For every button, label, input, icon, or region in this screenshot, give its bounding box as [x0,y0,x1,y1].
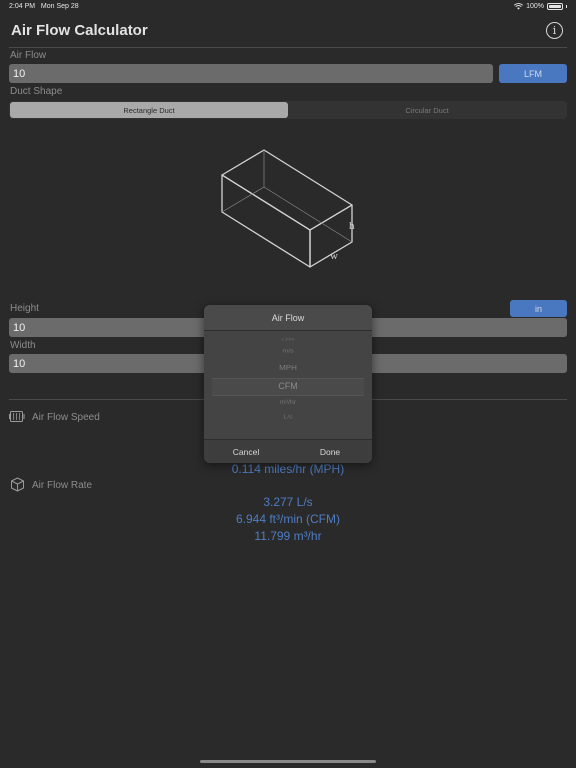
fan-icon [9,411,25,422]
picker-title: Air Flow [204,305,372,331]
picker-option-mph[interactable]: MPH [204,363,372,371]
duct-shape-segmented-control: Rectangle Duct Circular Duct [9,101,567,119]
height-dimension-label: h [349,220,355,232]
height-unit-button[interactable]: in [510,300,567,317]
height-label: Height [10,303,39,314]
picker-option-lfm[interactable]: LFM [204,338,372,341]
battery-percent: 100% [526,3,544,10]
home-indicator [200,760,376,763]
air-flow-unit-picker-dialog: Air Flow LFM m/s MPH CFM m³/hr L/s Cance… [204,305,372,463]
status-indicators: 100% [514,3,567,10]
picker-option-m3hr[interactable]: m³/hr [204,399,372,405]
airflow-unit-button[interactable]: LFM [499,64,567,83]
airflow-label: Air Flow [10,50,47,61]
wifi-icon [514,3,524,10]
rectangle-duct-diagram: h w [221,149,355,268]
picker-option-cfm[interactable]: CFM [204,381,372,391]
air-flow-speed-title: Air Flow Speed [32,412,100,423]
rate-cfm-result: 6.944 ft³/min (CFM) [235,512,340,526]
segment-circular-duct[interactable]: Circular Duct [288,102,566,118]
picker-footer: Cancel Done [204,439,372,463]
width-label: Width [10,340,36,351]
rate-m3hr-result: 11.799 m³/hr [254,529,322,543]
segment-rectangle-duct[interactable]: Rectangle Duct [10,102,288,118]
airflow-input[interactable]: 10 [9,64,493,83]
speed-mph-result: 0.114 miles/hr (MPH) [231,462,345,476]
width-dimension-label: w [330,250,338,262]
divider [9,47,567,48]
unit-picker-wheel[interactable]: LFM m/s MPH CFM m³/hr L/s [204,331,372,439]
cancel-button[interactable]: Cancel [204,440,288,463]
air-flow-rate-title: Air Flow Rate [32,480,93,491]
cube-icon [11,477,24,492]
picker-option-ms[interactable]: m/s [204,349,372,355]
status-time: 2:04 PM Mon Sep 28 [9,3,79,10]
page-title: Air Flow Calculator [11,22,148,39]
duct-side-face [221,174,311,268]
status-clock: 2:04 PM [9,3,36,10]
rate-ls-result: 3.277 L/s [263,495,313,509]
picker-option-ls[interactable]: L/s [204,415,372,420]
done-button[interactable]: Done [288,440,372,463]
duct-top-face [221,149,353,231]
info-icon[interactable]: i [546,22,563,39]
battery-icon [547,3,563,10]
status-date: Mon Sep 28 [40,3,79,10]
duct-shape-label: Duct Shape [10,86,63,97]
